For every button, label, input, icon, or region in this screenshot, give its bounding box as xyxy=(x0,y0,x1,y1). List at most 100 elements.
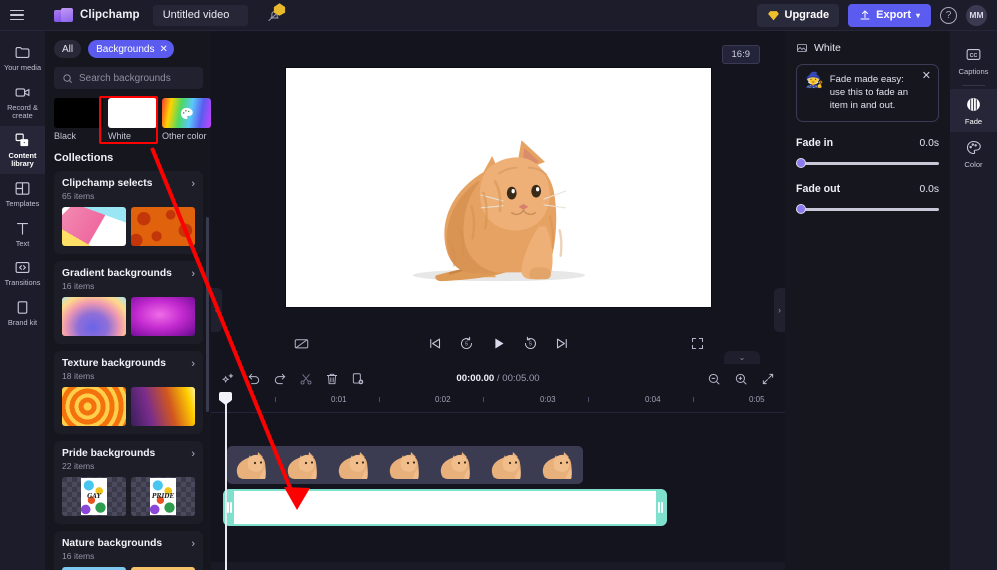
right-tab-color[interactable]: Color xyxy=(950,132,997,175)
cat-thumb-icon xyxy=(287,452,317,479)
swatch-black[interactable]: Black xyxy=(54,98,103,141)
clip-thumbnail-frame xyxy=(329,446,380,484)
notification-badge-icon xyxy=(273,3,285,16)
svg-text:5: 5 xyxy=(465,341,468,347)
redo-icon[interactable] xyxy=(273,372,287,386)
svg-text:CC: CC xyxy=(970,53,978,59)
upload-arrow-icon xyxy=(860,10,870,20)
timeline-clip-cat-video[interactable] xyxy=(227,446,583,484)
bell-off-icon[interactable] xyxy=(264,3,286,26)
collection-header[interactable]: Pride backgrounds 22 items › xyxy=(62,448,195,471)
sidebar-item-templates[interactable]: Templates xyxy=(0,174,45,214)
collapse-library-panel-button[interactable]: ‹ xyxy=(211,288,222,332)
collection-header[interactable]: Gradient backgrounds 16 items › xyxy=(62,268,195,291)
sidebar-item-text[interactable]: Text xyxy=(0,214,45,254)
panel-scrollbar[interactable] xyxy=(206,217,209,412)
slider-knob[interactable] xyxy=(796,158,806,168)
playhead[interactable] xyxy=(219,392,232,570)
project-title-input[interactable]: Untitled video xyxy=(152,4,248,26)
magic-wand-icon[interactable] xyxy=(221,372,235,386)
aspect-ratio-button[interactable]: 16:9 xyxy=(721,45,760,64)
chip-all[interactable]: All xyxy=(54,40,82,58)
ruler-tick: 0:03 xyxy=(540,395,556,404)
swatch-white-label: White xyxy=(108,131,132,141)
thumbnail[interactable] xyxy=(62,387,126,426)
transitions-icon xyxy=(15,262,30,274)
skip-to-start-button[interactable] xyxy=(427,336,442,351)
chip-backgrounds[interactable]: Backgrounds ✕ xyxy=(88,40,174,58)
collection-count: 16 items xyxy=(62,281,95,291)
collapse-properties-panel-button[interactable]: › xyxy=(774,288,785,332)
collection-gradient-backgrounds[interactable]: Gradient backgrounds 16 items › xyxy=(54,261,203,344)
color-swatches: Black White Other color xyxy=(54,98,211,141)
rewind-5s-button[interactable]: 5 xyxy=(459,336,474,351)
collection-thumbnails xyxy=(62,207,195,246)
collection-nature-backgrounds[interactable]: Nature backgrounds 16 items › xyxy=(54,531,203,570)
right-tab-label: Color xyxy=(964,160,983,169)
sidebar-item-record-create[interactable]: Record & create xyxy=(0,78,45,126)
thumbnail[interactable] xyxy=(131,207,195,246)
collection-count: 16 items xyxy=(62,551,95,561)
thumbnail[interactable] xyxy=(62,207,126,246)
export-button[interactable]: Export ▾ xyxy=(848,3,931,27)
chevron-right-icon[interactable]: › xyxy=(191,538,195,551)
zoom-out-icon[interactable] xyxy=(707,372,721,386)
search-backgrounds-input[interactable]: Search backgrounds xyxy=(54,67,203,89)
clip-thumbnail-frame xyxy=(380,446,431,484)
undo-icon[interactable] xyxy=(247,372,261,386)
thumbnail[interactable] xyxy=(62,297,126,336)
collection-header[interactable]: Clipchamp selects 65 items › xyxy=(62,178,195,201)
play-button[interactable] xyxy=(491,336,506,351)
chevron-right-icon[interactable]: › xyxy=(191,178,195,191)
collection-header[interactable]: Nature backgrounds 16 items › xyxy=(62,538,195,561)
chevron-right-icon[interactable]: › xyxy=(191,358,195,371)
close-icon[interactable]: ✕ xyxy=(922,71,931,82)
right-tab-captions[interactable]: CC Captions xyxy=(950,39,997,82)
collection-clipchamp-selects[interactable]: Clipchamp selects 65 items › xyxy=(54,171,203,254)
forward-5s-button[interactable]: 5 xyxy=(523,336,538,351)
help-button[interactable]: ? xyxy=(940,6,957,24)
fade-out-slider[interactable] xyxy=(796,204,939,214)
collection-texture-backgrounds[interactable]: Texture backgrounds 18 items › xyxy=(54,351,203,434)
sidebar-item-brand-kit[interactable]: Brand kit xyxy=(0,293,45,333)
hamburger-menu-icon[interactable] xyxy=(0,0,34,31)
cat-thumb-icon xyxy=(542,452,572,479)
delete-trash-icon[interactable] xyxy=(325,372,339,386)
thumbnail[interactable] xyxy=(131,387,195,426)
thumbnail[interactable]: GAY xyxy=(62,477,126,516)
right-tab-fade[interactable]: Fade xyxy=(950,89,997,132)
rewind-5s-icon: 5 xyxy=(460,336,472,349)
timeline-clip-white-background[interactable] xyxy=(223,489,667,526)
user-avatar[interactable]: MM xyxy=(966,4,987,26)
sidebar-item-content-library[interactable]: Content library xyxy=(0,125,45,174)
chevron-right-icon[interactable]: › xyxy=(191,268,195,281)
zoom-in-icon[interactable] xyxy=(734,372,748,386)
forward-5s-icon: 5 xyxy=(524,336,536,349)
swatch-white[interactable]: White xyxy=(108,98,157,141)
tip-text: Fade made easy: use this to fade an item… xyxy=(829,74,909,111)
upgrade-button[interactable]: Upgrade xyxy=(756,3,840,27)
close-icon[interactable]: ✕ xyxy=(160,44,168,55)
search-icon xyxy=(63,73,72,83)
split-scissors-icon[interactable] xyxy=(299,372,313,386)
timeline-ruler[interactable]: 0 0:01 0:02 0:03 0:04 0:05 xyxy=(211,393,798,413)
sidebar-item-your-media[interactable]: Your media xyxy=(0,38,45,78)
collection-pride-backgrounds[interactable]: Pride backgrounds 22 items › GAY PRIDE xyxy=(54,441,203,524)
chevron-right-icon[interactable]: › xyxy=(191,448,195,461)
video-preview-canvas[interactable] xyxy=(285,67,712,308)
fade-in-slider[interactable] xyxy=(796,158,939,168)
fit-to-screen-icon[interactable] xyxy=(761,372,775,386)
thumbnail[interactable]: PRIDE xyxy=(131,477,195,516)
collection-header[interactable]: Texture backgrounds 18 items › xyxy=(62,358,195,381)
sidebar-item-transitions[interactable]: Transitions xyxy=(0,253,45,293)
skip-to-end-button[interactable] xyxy=(555,336,570,351)
trim-handle-right[interactable] xyxy=(656,491,665,524)
right-tab-label: Captions xyxy=(958,67,989,76)
fullscreen-button[interactable] xyxy=(690,336,705,351)
timeline-resize-handle[interactable]: ⌄ xyxy=(724,351,760,364)
swatch-other-color[interactable]: Other color xyxy=(162,98,211,141)
brand-name: Clipchamp xyxy=(80,9,140,21)
thumbnail[interactable] xyxy=(131,297,195,336)
duplicate-icon[interactable] xyxy=(351,372,365,386)
slider-knob[interactable] xyxy=(796,204,806,214)
